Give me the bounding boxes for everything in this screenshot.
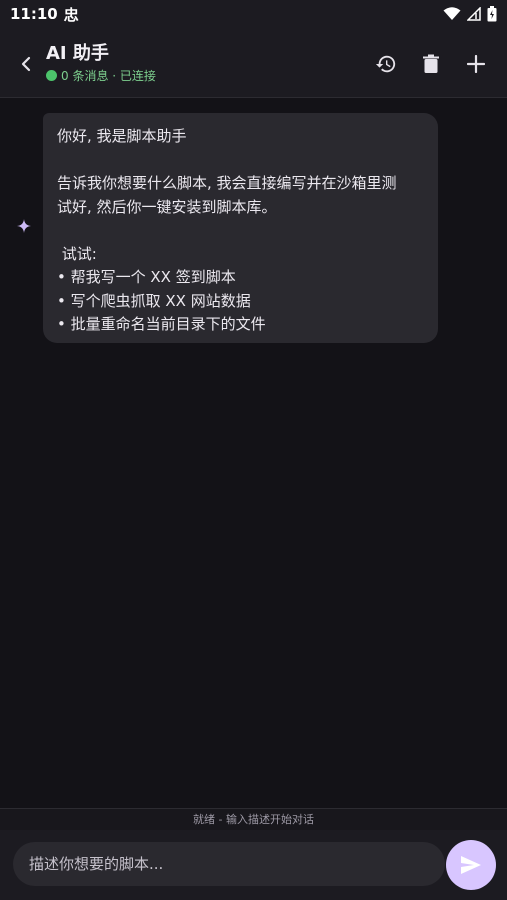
intro-text-line-2: 试好, 然后你一键安装到脚本库。 (57, 197, 277, 216)
title-block: AI 助手 0 条消息 · 已连接 (46, 42, 156, 84)
trash-icon (423, 54, 439, 73)
input-bar (0, 830, 507, 900)
signal-icon (467, 7, 481, 21)
chevron-left-icon (21, 56, 31, 72)
connection-status: 0 条消息 · 已连接 (46, 67, 156, 84)
history-icon (375, 55, 396, 73)
new-chat-button[interactable] (460, 48, 492, 80)
send-button[interactable] (446, 840, 496, 890)
sparkle-icon (17, 219, 31, 233)
message-count-status: 0 条消息 · 已连接 (61, 69, 156, 83)
greeting-text: 你好, 我是脚本助手 (57, 127, 187, 145)
try-label: 试试: (57, 244, 97, 263)
plus-icon (467, 55, 485, 73)
clock: 11:10 (10, 5, 58, 23)
notification-icon: 忠 (63, 5, 79, 24)
send-icon (461, 856, 481, 874)
app-bar: AI 助手 0 条消息 · 已连接 (0, 28, 507, 98)
example-item: • 写个爬虫抓取 XX 网站数据 (57, 291, 251, 310)
back-button[interactable] (12, 50, 40, 78)
example-item: • 批量重命名当前目录下的文件 (57, 315, 266, 333)
clear-chat-button[interactable] (415, 48, 447, 80)
intro-text-line-1: 告诉我你想要什么脚本, 我会直接编写并在沙箱里测 (57, 174, 397, 192)
example-item: • 帮我写一个 XX 签到脚本 (57, 268, 236, 286)
wifi-icon (443, 7, 461, 20)
system-status-bar: 11:10 忠 (0, 0, 507, 28)
ready-status: 就绪 - 输入描述开始对话 (0, 808, 507, 830)
battery-icon (487, 6, 497, 22)
assistant-message-bubble: 你好, 我是脚本助手 告诉我你想要什么脚本, 我会直接编写并在沙箱里测 试好, … (43, 113, 438, 343)
connection-dot (46, 70, 57, 81)
script-description-input[interactable] (13, 842, 445, 886)
history-button[interactable] (370, 48, 402, 80)
page-title: AI 助手 (46, 43, 109, 64)
